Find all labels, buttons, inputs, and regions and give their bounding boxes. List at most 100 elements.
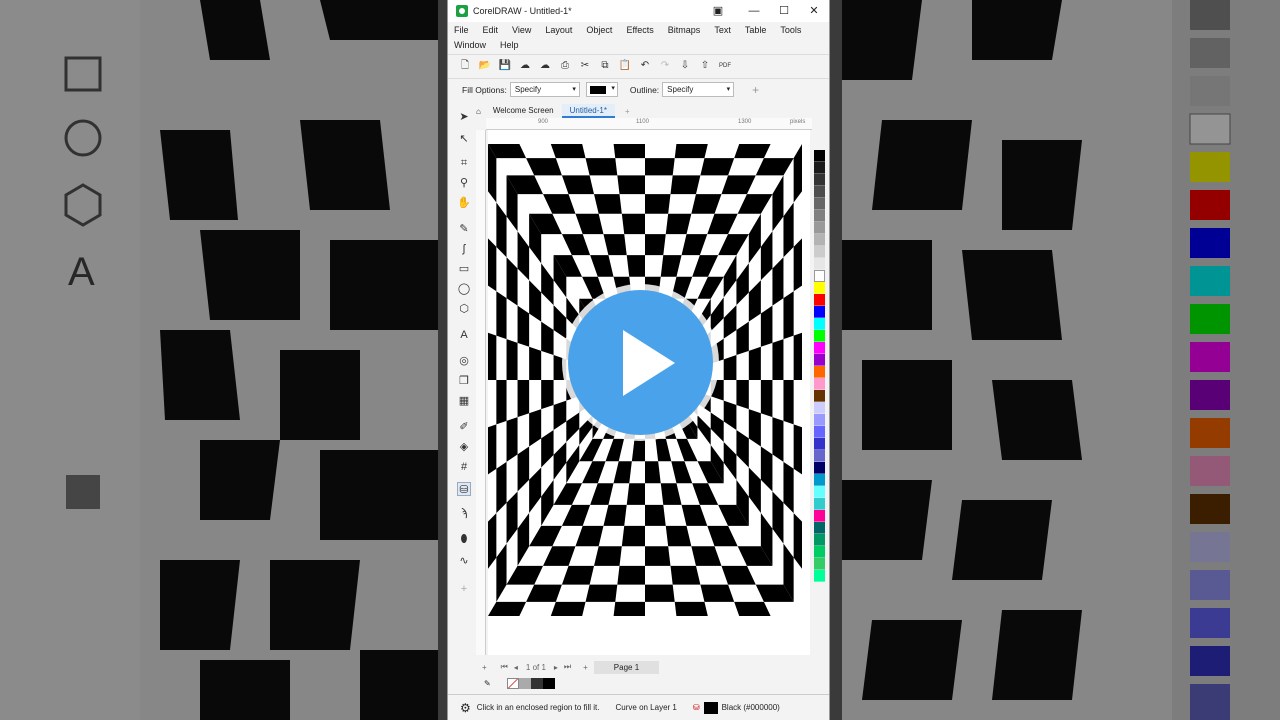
menu-bitmaps[interactable]: Bitmaps [668, 25, 701, 35]
next-page-icon[interactable]: ▸ [554, 663, 558, 672]
cut-icon[interactable]: ✂ [578, 59, 592, 73]
palette-swatch[interactable] [814, 306, 825, 318]
palette-swatch[interactable] [814, 486, 825, 498]
palette-swatch[interactable] [814, 342, 825, 354]
menu-view[interactable]: View [512, 25, 531, 35]
pan-tool-icon[interactable]: ✋ [457, 196, 471, 210]
palette-swatch[interactable] [814, 570, 825, 582]
cloud-download-icon[interactable]: ☁ [538, 59, 552, 73]
palette-swatch[interactable] [814, 366, 825, 378]
maximize-icon[interactable]: ☐ [776, 3, 792, 19]
zoom-tool-icon[interactable]: ⚲ [457, 176, 471, 190]
palette-swatch[interactable] [814, 546, 825, 558]
text-tool-icon[interactable]: A [457, 328, 471, 342]
new-tab-icon[interactable]: + [625, 107, 630, 116]
new-document-icon[interactable]: 🗋 [458, 59, 472, 73]
vertical-ruler[interactable] [476, 130, 486, 655]
palette-swatch[interactable] [814, 282, 825, 294]
palette-swatch[interactable] [814, 522, 825, 534]
polygon-tool-icon[interactable]: ⬡ [457, 302, 471, 316]
redo-icon[interactable]: ↷ [658, 59, 672, 73]
prev-page-icon[interactable]: ◂ [514, 663, 518, 672]
palette-swatch[interactable] [814, 318, 825, 330]
open-icon[interactable]: 📂 [478, 59, 492, 73]
menu-window[interactable]: Window [454, 40, 486, 50]
palette-swatch[interactable] [814, 450, 825, 462]
cloud-upload-icon[interactable]: ☁ [518, 59, 532, 73]
menu-table[interactable]: Table [745, 25, 767, 35]
mesh-fill-icon[interactable]: # [457, 460, 471, 474]
blend-tool-icon[interactable]: ◎ [457, 354, 471, 368]
black-swatch[interactable] [542, 677, 555, 689]
artistic-media-icon[interactable]: ʃ [457, 242, 471, 256]
palette-swatch[interactable] [814, 162, 825, 174]
eraser-tool-icon[interactable]: ⬮ [457, 532, 471, 546]
palette-swatch[interactable] [814, 498, 825, 510]
menu-effects[interactable]: Effects [626, 25, 653, 35]
palette-swatch[interactable] [814, 150, 825, 162]
smart-fill-tool-icon[interactable]: ⛁ [457, 482, 471, 496]
palette-swatch[interactable] [814, 174, 825, 186]
gray-swatch[interactable] [518, 677, 531, 689]
horizontal-ruler[interactable]: 900 1100 1300 pixels [486, 118, 812, 130]
gear-icon[interactable]: ⚙ [460, 701, 471, 715]
last-page-icon[interactable]: ⏭ [564, 662, 571, 672]
add-page-icon[interactable]: + [482, 663, 487, 672]
add-icon[interactable]: + [752, 83, 759, 97]
close-icon[interactable]: ✕ [806, 3, 822, 19]
user-icon[interactable]: ▣ [710, 3, 726, 19]
freehand-tool-icon[interactable]: ✎ [457, 222, 471, 236]
no-color-swatch[interactable] [506, 677, 519, 689]
dark-gray-swatch[interactable] [530, 677, 543, 689]
palette-swatch[interactable] [814, 558, 825, 570]
menu-layout[interactable]: Layout [545, 25, 572, 35]
minimize-icon[interactable]: — [746, 3, 762, 19]
menu-tools[interactable]: Tools [780, 25, 801, 35]
ellipse-tool-icon[interactable]: ◯ [457, 282, 471, 296]
interactive-fill-icon[interactable]: ◈ [457, 440, 471, 454]
save-icon[interactable]: 💾 [498, 59, 512, 73]
palette-swatch[interactable] [814, 378, 825, 390]
palette-swatch[interactable] [814, 330, 825, 342]
palette-swatch[interactable] [814, 258, 825, 270]
fill-color-picker[interactable]: ▾ [585, 82, 618, 97]
crop-tool-icon[interactable]: ⌗ [457, 156, 471, 170]
palette-swatch[interactable] [814, 222, 825, 234]
palette-swatch[interactable] [814, 354, 825, 366]
eyedropper-icon[interactable]: ✎ [484, 679, 491, 688]
palette-swatch[interactable] [814, 462, 825, 474]
menu-help[interactable]: Help [500, 40, 519, 50]
add-tool-icon[interactable]: + [457, 582, 471, 596]
publish-pdf-icon[interactable]: PDF [718, 59, 732, 73]
palette-swatch[interactable] [814, 270, 825, 282]
undo-icon[interactable]: ↶ [638, 59, 652, 73]
menu-edit[interactable]: Edit [483, 25, 499, 35]
drop-shadow-tool-icon[interactable]: ❐ [457, 374, 471, 388]
palette-swatch[interactable] [814, 402, 825, 414]
home-icon[interactable]: ⌂ [476, 107, 481, 116]
palette-swatch[interactable] [814, 426, 825, 438]
first-page-icon[interactable]: ⏮ [501, 662, 508, 672]
play-button[interactable] [568, 290, 713, 435]
page-tab[interactable]: Page 1 [593, 660, 660, 674]
paste-icon[interactable]: 📋 [618, 59, 632, 73]
rectangle-tool-icon[interactable]: ▭ [457, 262, 471, 276]
transparency-tool-icon[interactable]: ▦ [457, 394, 471, 408]
palette-swatch[interactable] [814, 210, 825, 222]
palette-swatch[interactable] [814, 438, 825, 450]
print-icon[interactable]: ⎙ [558, 59, 572, 73]
eyedropper-tool-icon[interactable]: ✐ [457, 420, 471, 434]
menu-object[interactable]: Object [586, 25, 612, 35]
outline-dropdown[interactable]: Specify ▾ [662, 82, 735, 97]
brush-tool-icon[interactable]: ϡ [457, 506, 471, 520]
palette-swatch[interactable] [814, 246, 825, 258]
pick-tool-icon[interactable]: ➤ [457, 110, 471, 124]
fill-options-dropdown[interactable]: Specify ▾ [509, 82, 580, 97]
export-icon[interactable]: ⇧ [698, 59, 712, 73]
import-icon[interactable]: ⇩ [678, 59, 692, 73]
palette-swatch[interactable] [814, 474, 825, 486]
palette-swatch[interactable] [814, 186, 825, 198]
menu-text[interactable]: Text [714, 25, 731, 35]
palette-swatch[interactable] [814, 390, 825, 402]
menu-file[interactable]: File [454, 25, 469, 35]
